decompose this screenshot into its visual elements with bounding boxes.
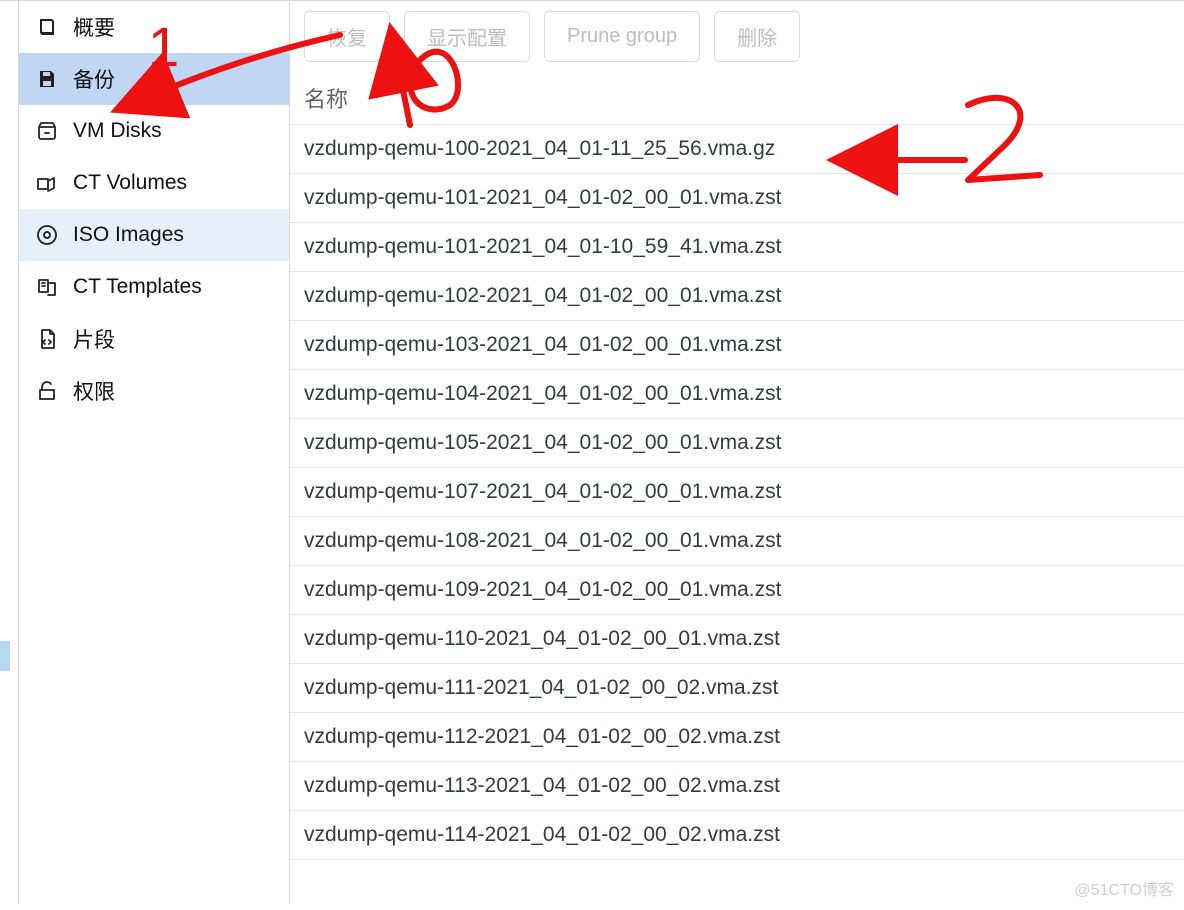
table-row[interactable]: vzdump-qemu-100-2021_04_01-11_25_56.vma.…: [290, 125, 1184, 174]
table-row[interactable]: vzdump-qemu-101-2021_04_01-10_59_41.vma.…: [290, 223, 1184, 272]
templates-icon: [35, 275, 59, 299]
column-header-name[interactable]: 名称: [290, 68, 1184, 125]
sidebar: 概要备份 VM Disks CT Volumes ISO Images CT Templ…: [18, 1, 290, 904]
sidebar-item-perm[interactable]: 权限: [19, 365, 289, 417]
sidebar-item-label: ISO Images: [73, 223, 184, 247]
table-row[interactable]: vzdump-qemu-112-2021_04_01-02_00_02.vma.…: [290, 713, 1184, 762]
table-row[interactable]: vzdump-qemu-111-2021_04_01-02_00_02.vma.…: [290, 664, 1184, 713]
save-icon: [35, 67, 59, 91]
table-row[interactable]: vzdump-qemu-113-2021_04_01-02_00_02.vma.…: [290, 762, 1184, 811]
sidebar-item-ctvolumes[interactable]: CT Volumes: [19, 157, 289, 209]
toolbar: 恢复 显示配置 Prune group 删除: [290, 1, 1184, 68]
code-file-icon: [35, 327, 59, 351]
sidebar-item-label: 权限: [73, 376, 115, 406]
table-row[interactable]: vzdump-qemu-103-2021_04_01-02_00_01.vma.…: [290, 321, 1184, 370]
table-row[interactable]: vzdump-qemu-109-2021_04_01-02_00_01.vma.…: [290, 566, 1184, 615]
show-config-button[interactable]: 显示配置: [404, 11, 530, 62]
sidebar-item-backup[interactable]: 备份: [19, 53, 289, 105]
table-row[interactable]: vzdump-qemu-114-2021_04_01-02_00_02.vma.…: [290, 811, 1184, 860]
sidebar-item-label: VM Disks: [73, 119, 162, 143]
disk-icon: [35, 119, 59, 143]
gutter-highlight: [0, 641, 10, 671]
watermark: @51CTO博客: [1074, 876, 1174, 900]
prune-group-button[interactable]: Prune group: [544, 11, 700, 62]
sidebar-item-label: 备份: [73, 64, 115, 94]
table-row[interactable]: vzdump-qemu-110-2021_04_01-02_00_01.vma.…: [290, 615, 1184, 664]
delete-button[interactable]: 删除: [714, 11, 800, 62]
backup-list[interactable]: vzdump-qemu-100-2021_04_01-11_25_56.vma.…: [290, 125, 1184, 904]
restore-button[interactable]: 恢复: [304, 11, 390, 62]
sidebar-item-label: 片段: [73, 324, 115, 354]
unlock-icon: [35, 379, 59, 403]
sidebar-item-summary[interactable]: 概要: [19, 1, 289, 53]
book-icon: [35, 15, 59, 39]
sidebar-item-vmdisks[interactable]: VM Disks: [19, 105, 289, 157]
table-row[interactable]: vzdump-qemu-104-2021_04_01-02_00_01.vma.…: [290, 370, 1184, 419]
sidebar-item-iso[interactable]: ISO Images: [19, 209, 289, 261]
sidebar-item-label: 概要: [73, 12, 115, 42]
sidebar-item-label: CT Volumes: [73, 171, 187, 195]
app-root: 概要备份 VM Disks CT Volumes ISO Images CT Templ…: [0, 0, 1184, 904]
sidebar-item-cttemplates[interactable]: CT Templates: [19, 261, 289, 313]
sidebar-item-snippets[interactable]: 片段: [19, 313, 289, 365]
iso-icon: [35, 223, 59, 247]
sidebar-item-label: CT Templates: [73, 275, 202, 299]
table-row[interactable]: vzdump-qemu-108-2021_04_01-02_00_01.vma.…: [290, 517, 1184, 566]
main-panel: 恢复 显示配置 Prune group 删除 名称 vzdump-qemu-10…: [290, 1, 1184, 904]
table-row[interactable]: vzdump-qemu-105-2021_04_01-02_00_01.vma.…: [290, 419, 1184, 468]
table-row[interactable]: vzdump-qemu-102-2021_04_01-02_00_01.vma.…: [290, 272, 1184, 321]
left-gutter: [0, 1, 18, 904]
volumes-icon: [35, 171, 59, 195]
table-row[interactable]: vzdump-qemu-107-2021_04_01-02_00_01.vma.…: [290, 468, 1184, 517]
table-row[interactable]: vzdump-qemu-101-2021_04_01-02_00_01.vma.…: [290, 174, 1184, 223]
